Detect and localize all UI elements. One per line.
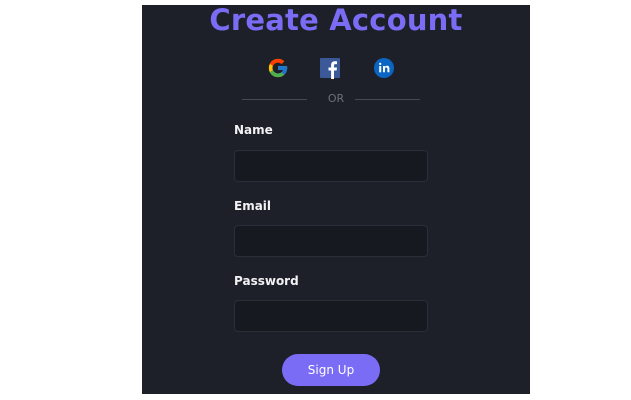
page-title: Create Account xyxy=(209,3,463,37)
google-login-button[interactable] xyxy=(267,57,289,79)
sign-up-button[interactable]: Sign Up xyxy=(282,354,380,386)
google-icon xyxy=(267,57,289,79)
password-input[interactable] xyxy=(234,300,428,332)
or-divider: OR xyxy=(142,92,530,106)
facebook-icon xyxy=(319,57,341,79)
email-input[interactable] xyxy=(234,225,428,257)
social-login-row xyxy=(142,57,530,79)
name-input[interactable] xyxy=(234,150,428,182)
linkedin-login-button[interactable] xyxy=(373,57,395,79)
linkedin-icon xyxy=(373,57,395,79)
password-label: Password xyxy=(234,274,299,288)
email-label: Email xyxy=(234,199,272,213)
divider-line-right xyxy=(355,99,420,100)
signup-panel: Create Account OR Name Email Password Si… xyxy=(142,3,530,394)
name-label: Name xyxy=(234,123,273,137)
facebook-login-button[interactable] xyxy=(319,57,341,79)
divider-text: OR xyxy=(327,92,345,105)
